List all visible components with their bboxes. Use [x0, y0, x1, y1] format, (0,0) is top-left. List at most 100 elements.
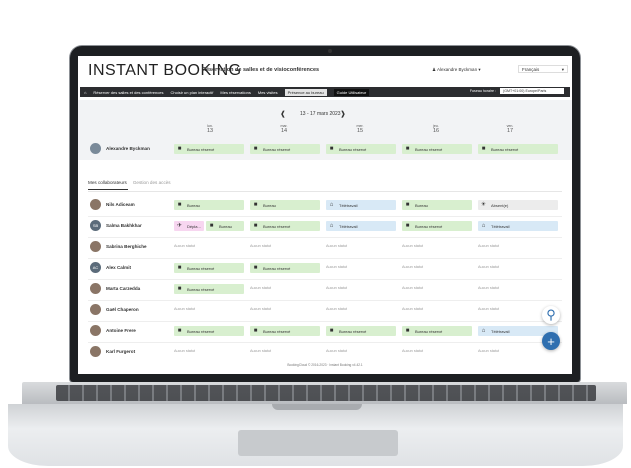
collaborator-name: Gaël Chaperon [106, 307, 139, 312]
office-icon: ■ [253, 327, 258, 334]
main-nav: ⌂ Réserver des salles et des conférences… [80, 87, 570, 97]
office-icon: ■ [253, 222, 258, 229]
status-chip[interactable]: ■ Bureau réservé [250, 326, 320, 336]
office-icon: ■ [405, 145, 410, 152]
status-chip[interactable]: ■ Bureau [206, 221, 244, 231]
office-icon: ■ [405, 222, 410, 229]
office-icon: ■ [177, 201, 182, 208]
timezone-select[interactable]: (GMT+01:00) Europe/Paris [500, 88, 564, 94]
nav-item-presence[interactable]: Présence au bureau [284, 88, 327, 96]
status-label: Dépla... [187, 223, 201, 229]
office-icon: ■ [481, 145, 486, 152]
no-status-label[interactable]: Aucun statut [250, 307, 271, 311]
no-status-label[interactable]: Aucun statut [326, 286, 347, 290]
no-status-label[interactable]: Aucun statut [326, 349, 347, 353]
no-status-label[interactable]: Aucun statut [174, 244, 195, 248]
status-label: Télétravail [491, 223, 510, 229]
no-status-label[interactable]: Aucun statut [402, 244, 423, 248]
status-chip[interactable]: ■ Bureau réservé [326, 326, 396, 336]
my-status-chip[interactable]: ■ Bureau réservé [250, 144, 320, 154]
status-label: Bureau réservé [415, 223, 443, 229]
chevron-down-icon: ▾ [478, 67, 481, 72]
no-status-label[interactable]: Aucun statut [250, 286, 271, 290]
plus-icon[interactable]: + [542, 332, 560, 350]
search-icon[interactable]: ⚲ [542, 306, 560, 324]
nav-item-plan[interactable]: Choisir un plan interactif [170, 90, 213, 95]
office-icon: ■ [253, 145, 258, 152]
status-chip[interactable]: ■ Bureau réservé [402, 326, 472, 336]
status-chip[interactable]: ⌂ Télétravail [326, 200, 396, 210]
my-status-chip[interactable]: ■ Bureau réservé [326, 144, 396, 154]
day-header: ven. 17 [490, 124, 530, 134]
status-chip[interactable]: ■ Bureau réservé [174, 326, 244, 336]
status-chip[interactable]: ■ Bureau réservé [174, 263, 244, 273]
language-value: Français [522, 67, 540, 72]
row-divider [88, 321, 562, 322]
office-icon: ■ [177, 285, 182, 292]
no-status-label[interactable]: Aucun statut [326, 307, 347, 311]
status-chip[interactable]: ■ Bureau [402, 200, 472, 210]
status-chip[interactable]: ■ Bureau réservé [402, 221, 472, 231]
office-icon: ■ [253, 264, 258, 271]
remote-icon: ⌂ [481, 222, 486, 229]
day-number: 16 [432, 128, 440, 134]
status-chip[interactable]: ■ Bureau [250, 200, 320, 210]
app-subtitle: Réservation de salles et de visioconfére… [202, 67, 320, 73]
laptop-notch [272, 404, 362, 410]
status-label: Bureau réservé [263, 223, 291, 229]
no-status-label[interactable]: Aucun statut [174, 307, 195, 311]
tab-collaborators[interactable]: Mes collaborateurs [88, 180, 127, 185]
user-menu[interactable]: ♟ Alexandre Byckman ▾ [432, 67, 481, 73]
day-number: 14 [280, 128, 288, 134]
avatar [90, 283, 101, 294]
avatar [90, 143, 101, 154]
no-status-label[interactable]: Aucun statut [478, 286, 499, 290]
status-chip[interactable]: ■ Bureau réservé [250, 221, 320, 231]
status-label: Télétravail [339, 223, 358, 229]
status-chip[interactable]: ■ Bureau [174, 200, 244, 210]
status-label: Bureau [263, 202, 276, 208]
no-status-label[interactable]: Aucun statut [478, 244, 499, 248]
language-select[interactable]: ▾ Français [518, 65, 568, 73]
status-label: Bureau réservé [263, 328, 291, 334]
status-chip[interactable]: ■ Bureau réservé [250, 263, 320, 273]
status-label: Bureau réservé [339, 328, 367, 334]
remote-icon: ⌂ [481, 327, 486, 334]
nav-item-reservations[interactable]: Mes réservations [220, 90, 250, 95]
my-name: Alexandre Byckman [106, 146, 150, 151]
no-status-label[interactable]: Aucun statut [402, 349, 423, 353]
travel-icon: ✈ [176, 222, 183, 229]
my-status-chip[interactable]: ■ Bureau réservé [478, 144, 558, 154]
no-status-label[interactable]: Aucun statut [478, 307, 499, 311]
collaborator-name: Karl Furgerot [106, 349, 136, 354]
my-status-chip[interactable]: ■ Bureau réservé [402, 144, 472, 154]
no-status-label[interactable]: Aucun statut [402, 307, 423, 311]
no-status-label[interactable]: Aucun statut [326, 244, 347, 248]
row-divider [88, 258, 562, 259]
status-label: Bureau réservé [187, 265, 215, 271]
no-status-label[interactable]: Aucun statut [174, 349, 195, 353]
no-status-label[interactable]: Aucun statut [402, 286, 423, 290]
status-chip[interactable]: ⌂ Télétravail [326, 221, 396, 231]
no-status-label[interactable]: Aucun statut [326, 265, 347, 269]
status-chip[interactable]: ⌂ Télétravail [478, 221, 558, 231]
active-tab-indicator [88, 189, 128, 190]
no-status-label[interactable]: Aucun statut [250, 244, 271, 248]
nav-item-visits[interactable]: Mes visites [258, 90, 278, 95]
no-status-label[interactable]: Aucun statut [478, 349, 499, 353]
remote-icon: ⌂ [329, 201, 334, 208]
status-chip[interactable]: ■ Bureau réservé [174, 284, 244, 294]
tab-access[interactable]: Gestion des accès [133, 180, 171, 185]
prev-week-icon[interactable]: ❰ [280, 110, 286, 118]
status-chip[interactable]: ✈ Dépla... [174, 221, 204, 231]
no-status-label[interactable]: Aucun statut [250, 349, 271, 353]
nav-item-rooms[interactable]: Réserver des salles et des conférences [93, 90, 163, 95]
status-chip[interactable]: ☀ Absent(e) [478, 200, 558, 210]
my-status-chip[interactable]: ■ Bureau réservé [174, 144, 244, 154]
user-name: Alexandre Byckman [437, 67, 478, 72]
nav-item-guide[interactable]: Guide Utilisateur [333, 88, 370, 96]
home-icon[interactable]: ⌂ [84, 90, 86, 95]
status-label: Absent(e) [491, 202, 509, 208]
no-status-label[interactable]: Aucun statut [478, 265, 499, 269]
no-status-label[interactable]: Aucun statut [402, 265, 423, 269]
